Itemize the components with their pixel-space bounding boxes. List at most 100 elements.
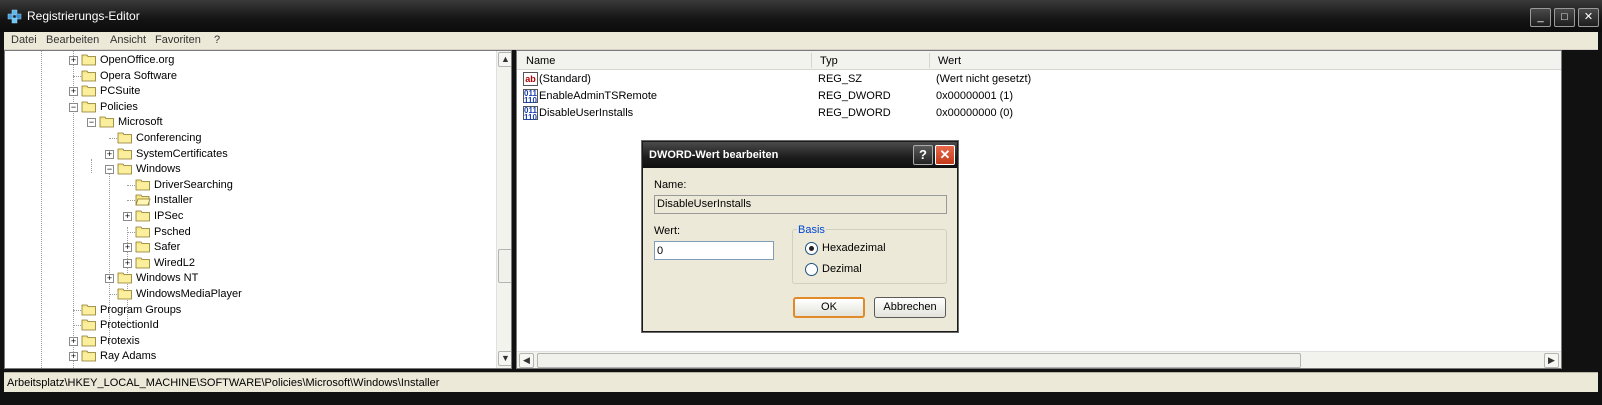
tree-item[interactable]: + OpenOffice.org (5, 53, 495, 68)
expand-icon[interactable]: + (69, 56, 78, 65)
value-row[interactable]: 011 110 EnableAdminTSRemote REG_DWORD 0x0… (517, 88, 1561, 105)
value-name: EnableAdminTSRemote (539, 90, 658, 102)
tree-item[interactable]: + IPSec (5, 209, 495, 224)
close-window-button[interactable]: ✕ (1578, 8, 1599, 27)
tree-item-label: OpenOffice.org (100, 54, 175, 66)
expand-icon[interactable]: + (105, 150, 114, 159)
hexadecimal-radio[interactable] (805, 242, 818, 255)
tree-item-label: Windows (136, 163, 181, 175)
value-data: 0x00000001 (1) (936, 90, 1014, 102)
tree-item[interactable]: + Protexis (5, 334, 495, 349)
value-data: 0x00000000 (0) (936, 107, 1014, 119)
list-header: Name Typ Wert (517, 51, 1561, 70)
tree-item-label: IPSec (154, 210, 184, 222)
folder-icon (81, 350, 96, 362)
dialog-close-button[interactable]: ✕ (935, 145, 955, 165)
tree-item-label: Ray Adams (100, 350, 157, 362)
scroll-right-icon[interactable]: ▶ (1544, 353, 1559, 368)
tree-item[interactable]: + Windows NT (5, 271, 495, 286)
value-row[interactable]: 011 110 DisableUserInstalls REG_DWORD 0x0… (517, 105, 1561, 122)
registry-editor-icon (7, 9, 22, 24)
decimal-radio[interactable] (805, 263, 818, 276)
tree-item[interactable]: Conferencing (5, 131, 495, 146)
tree-item-label: Program Groups (100, 304, 182, 316)
folder-icon (81, 101, 96, 113)
column-header-type[interactable]: Typ (820, 55, 838, 67)
decimal-label[interactable]: Dezimal (822, 263, 862, 275)
maximize-button[interactable]: □ (1554, 8, 1575, 27)
dialog-title-bar: DWORD-Wert bearbeiten ? ✕ (643, 142, 957, 168)
menu-bearbeiten[interactable]: Bearbeiten (46, 34, 99, 46)
tree-item[interactable]: Program Groups (5, 303, 495, 318)
tree-item[interactable]: − Policies (5, 100, 495, 115)
key-tree-pane[interactable]: + OpenOffice.org Opera Software + PCSuite − Po… (4, 50, 512, 369)
tree-item-label: Windows NT (136, 272, 199, 284)
tree-item-label: WindowsMediaPlayer (136, 288, 242, 300)
folder-icon (117, 163, 132, 175)
folder-icon (99, 116, 114, 128)
tree-item[interactable]: + Ray Adams (5, 349, 495, 364)
value-data-input[interactable] (654, 241, 774, 260)
folder-icon (135, 210, 150, 222)
tree-scroll-thumb[interactable] (498, 249, 511, 283)
tree-item[interactable]: + WiredL2 (5, 256, 495, 271)
tree-item[interactable]: − Microsoft (5, 115, 495, 130)
tree-item-label: Safer (154, 241, 181, 253)
tree-item[interactable]: DriverSearching (5, 178, 495, 193)
scroll-up-icon[interactable]: ▲ (498, 52, 511, 67)
menu-help[interactable]: ? (214, 34, 220, 46)
scroll-left-icon[interactable]: ◀ (519, 353, 534, 368)
expand-icon[interactable]: + (69, 87, 78, 96)
tree-item[interactable]: Psched (5, 225, 495, 240)
menu-favoriten[interactable]: Favoriten (155, 34, 201, 46)
folder-icon (117, 132, 132, 144)
scroll-down-icon[interactable]: ▼ (498, 351, 511, 366)
tree-item[interactable]: Installer (5, 193, 495, 208)
menu-ansicht[interactable]: Ansicht (110, 34, 146, 46)
expand-icon[interactable]: + (123, 259, 132, 268)
tree-item-label: DriverSearching (154, 179, 233, 191)
tree-item[interactable]: + SystemCertificates (5, 147, 495, 162)
tree-item[interactable]: + Safer (5, 240, 495, 255)
hexadecimal-label[interactable]: Hexadezimal (822, 242, 886, 254)
ok-button[interactable]: OK (793, 297, 865, 318)
folder-icon (81, 70, 96, 82)
menu-datei[interactable]: Datei (11, 34, 37, 46)
expand-icon[interactable]: + (123, 243, 132, 252)
tree-vertical-scrollbar[interactable]: ▲ ▼ (496, 51, 511, 368)
tree-item[interactable]: − Windows (5, 162, 495, 177)
expand-icon[interactable]: + (69, 352, 78, 361)
expand-icon[interactable]: + (123, 212, 132, 221)
collapse-icon[interactable]: − (69, 103, 78, 112)
cancel-button[interactable]: Abbrechen (874, 297, 946, 318)
tree-item[interactable]: + PCSuite (5, 84, 495, 99)
tree-item[interactable]: Opera Software (5, 69, 495, 84)
tree-item-label: PCSuite (100, 85, 141, 97)
collapse-icon[interactable]: − (87, 118, 96, 127)
values-horizontal-scrollbar[interactable]: ◀ ▶ (517, 351, 1561, 368)
minimize-button[interactable]: _ (1530, 8, 1551, 27)
tree-item[interactable]: WindowsMediaPlayer (5, 287, 495, 302)
tree-item[interactable]: ProtectionId (5, 318, 495, 333)
window-title: Registrierungs-Editor (27, 9, 140, 23)
folder-icon (81, 335, 96, 347)
expand-icon[interactable]: + (69, 337, 78, 346)
tree-item-label: Opera Software (100, 70, 178, 82)
title-bar: Registrierungs-Editor _ □ ✕ (0, 0, 1602, 32)
value-data: (Wert nicht gesetzt) (936, 73, 1032, 85)
help-icon[interactable]: ? (913, 145, 933, 165)
value-name: (Standard) (539, 73, 591, 85)
tree-item-label: Installer (154, 194, 193, 206)
column-divider[interactable] (811, 53, 812, 68)
status-bar: Arbeitsplatz\HKEY_LOCAL_MACHINE\SOFTWARE… (4, 372, 1598, 392)
column-divider[interactable] (929, 53, 930, 68)
value-label: Wert: (654, 225, 681, 237)
value-row[interactable]: ab (Standard) REG_SZ (Wert nicht gesetzt… (517, 71, 1561, 88)
column-header-name[interactable]: Name (526, 55, 555, 67)
collapse-icon[interactable]: − (105, 165, 114, 174)
column-header-value[interactable]: Wert (938, 55, 961, 67)
expand-icon[interactable]: + (105, 274, 114, 283)
radio-selected-dot (809, 246, 814, 251)
folder-icon (81, 54, 96, 66)
values-scroll-thumb[interactable] (537, 353, 1301, 368)
